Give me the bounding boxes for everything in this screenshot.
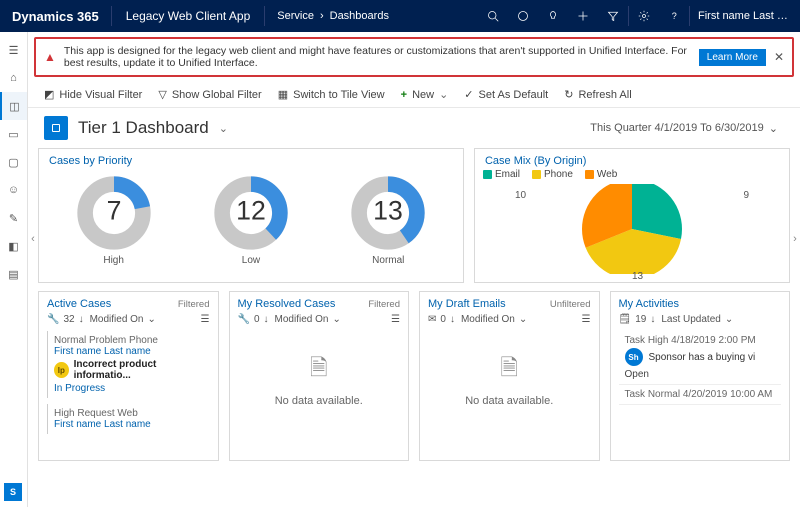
- brand[interactable]: Dynamics 365: [0, 0, 111, 32]
- file-icon: 🗎: [230, 351, 409, 389]
- list-item[interactable]: High Request Web First name Last name: [47, 404, 210, 434]
- scroll-right-button[interactable]: ›: [788, 219, 800, 259]
- assistant-icon[interactable]: [508, 0, 538, 32]
- sort-dropdown[interactable]: Modified On⌄: [275, 314, 341, 325]
- funnel-icon: ▽: [158, 88, 166, 101]
- chevron-down-icon: ⌄: [769, 122, 778, 135]
- page-title: Tier 1 Dashboard: [78, 118, 209, 138]
- new-button[interactable]: +New⌄: [401, 88, 449, 101]
- chevron-right-icon: ›: [320, 10, 324, 22]
- pin-icon[interactable]: ✎: [0, 204, 27, 232]
- check-icon: ✓: [464, 88, 473, 101]
- donut-normal[interactable]: 13 Normal: [348, 173, 428, 266]
- wrench-icon: 🔧: [238, 314, 250, 325]
- accounts-icon[interactable]: ▢: [0, 148, 27, 176]
- card-title: Case Mix (By Origin): [475, 149, 789, 169]
- donut-low[interactable]: 12 Low: [211, 173, 291, 266]
- user-menu[interactable]: First name Last na...: [690, 10, 800, 22]
- command-bar: ◩Hide Visual Filter ▽Show Global Filter …: [28, 82, 800, 108]
- svg-text:7: 7: [106, 196, 121, 226]
- sort-dropdown[interactable]: Modified On⌄: [461, 314, 527, 325]
- card-title: Cases by Priority: [39, 149, 463, 169]
- clipboard-icon: 🗒: [619, 314, 632, 325]
- svg-text:?: ?: [672, 11, 677, 21]
- chevron-down-icon: ⌄: [332, 314, 340, 325]
- avatar: Ip: [54, 362, 69, 378]
- tag-icon[interactable]: ◧: [0, 232, 27, 260]
- home-icon[interactable]: ⌂: [0, 64, 27, 92]
- mail-icon: ✉: [428, 314, 436, 325]
- list-item[interactable]: Task High 4/18/2019 2:00 PM ShSponsor ha…: [619, 331, 782, 385]
- cases-by-priority-card: Cases by Priority 7 High 12 Low 13 Norma: [38, 148, 464, 283]
- file-icon: 🗎: [420, 351, 599, 389]
- add-icon[interactable]: [568, 0, 598, 32]
- dashboard-tile-icon: [44, 116, 68, 140]
- sort-dropdown[interactable]: Modified On⌄: [90, 314, 156, 325]
- list-item[interactable]: Task Normal 4/20/2019 10:00 AM: [619, 385, 782, 405]
- chevron-down-icon: ⌄: [439, 88, 448, 101]
- scroll-left-button[interactable]: ‹: [28, 219, 40, 259]
- wrench-icon: 🔧: [47, 314, 59, 325]
- active-cases-card: Active CasesFiltered 🔧32↓ Modified On⌄ ☰…: [38, 291, 219, 461]
- arrow-down-icon: ↓: [79, 314, 84, 325]
- menu-icon[interactable]: ☰: [0, 36, 27, 64]
- plus-icon: +: [401, 89, 407, 101]
- chevron-down-icon: ⌄: [148, 314, 156, 325]
- chevron-down-icon: ⌄: [519, 314, 527, 325]
- view-toggle-icon[interactable]: ☰: [582, 314, 591, 325]
- search-icon[interactable]: [478, 0, 508, 32]
- list-item[interactable]: Normal Problem Phone First name Last nam…: [47, 331, 210, 398]
- help-icon[interactable]: ?: [659, 0, 689, 32]
- set-default-button[interactable]: ✓Set As Default: [464, 88, 548, 101]
- breadcrumb-page: Dashboards: [330, 10, 389, 22]
- arrow-down-icon: ↓: [450, 314, 455, 325]
- breadcrumb[interactable]: Service › Dashboards: [265, 10, 401, 22]
- area-switcher[interactable]: S: [4, 483, 22, 501]
- chart-icon: ◩: [44, 88, 54, 101]
- draft-emails-card: My Draft EmailsUnfiltered ✉0↓ Modified O…: [419, 291, 600, 461]
- entity-icon[interactable]: ▭: [0, 120, 27, 148]
- avatar: Sh: [625, 348, 643, 366]
- view-toggle-icon[interactable]: ☰: [391, 314, 400, 325]
- my-activities-card: My Activities 🗒19↓ Last Updated⌄ Task Hi…: [610, 291, 791, 461]
- breadcrumb-area: Service: [277, 10, 314, 22]
- switch-tile-view-button[interactable]: ▦Switch to Tile View: [278, 88, 385, 101]
- chevron-down-icon[interactable]: ⌄: [219, 122, 228, 135]
- chevron-down-icon: ⌄: [725, 314, 733, 325]
- warning-icon: ▲: [44, 50, 56, 64]
- sort-dropdown[interactable]: Last Updated⌄: [661, 314, 733, 325]
- contacts-icon[interactable]: ☺: [0, 176, 27, 204]
- svg-text:12: 12: [236, 196, 266, 226]
- lightbulb-icon[interactable]: [538, 0, 568, 32]
- pie-chart[interactable]: [582, 184, 682, 274]
- view-toggle-icon[interactable]: ☰: [201, 314, 210, 325]
- tile-icon: ▦: [278, 88, 288, 101]
- left-nav: ☰ ⌂ ◫ ▭ ▢ ☺ ✎ ◧ ▤ S: [0, 32, 28, 507]
- warning-text: This app is designed for the legacy web …: [64, 45, 691, 69]
- date-range-picker[interactable]: This Quarter 4/1/2019 To 6/30/2019⌄: [590, 122, 784, 135]
- close-icon[interactable]: ✕: [774, 50, 784, 64]
- filter-icon[interactable]: [598, 0, 628, 32]
- app-name[interactable]: Legacy Web Client App: [112, 9, 265, 23]
- global-header: Dynamics 365 Legacy Web Client App Servi…: [0, 0, 800, 32]
- refresh-icon: ↻: [564, 88, 573, 101]
- legend: Email Phone Web: [475, 169, 789, 180]
- resolved-cases-card: My Resolved CasesFiltered 🔧0↓ Modified O…: [229, 291, 410, 461]
- donut-high[interactable]: 7 High: [74, 173, 154, 266]
- arrow-down-icon: ↓: [650, 314, 655, 325]
- show-global-filter-button[interactable]: ▽Show Global Filter: [158, 88, 261, 101]
- list-icon[interactable]: ▤: [0, 260, 27, 288]
- gear-icon[interactable]: [629, 0, 659, 32]
- hide-visual-filter-button[interactable]: ◩Hide Visual Filter: [44, 88, 142, 101]
- legacy-warning-banner: ▲ This app is designed for the legacy we…: [34, 37, 794, 77]
- dashboards-icon[interactable]: ◫: [0, 92, 27, 120]
- learn-more-button[interactable]: Learn More: [699, 49, 766, 66]
- case-mix-origin-card: Case Mix (By Origin) Email Phone Web 9: [474, 148, 790, 283]
- svg-text:13: 13: [373, 196, 403, 226]
- refresh-all-button[interactable]: ↻Refresh All: [564, 88, 631, 101]
- arrow-down-icon: ↓: [264, 314, 269, 325]
- dashboard-title-bar: Tier 1 Dashboard ⌄ This Quarter 4/1/2019…: [28, 108, 800, 144]
